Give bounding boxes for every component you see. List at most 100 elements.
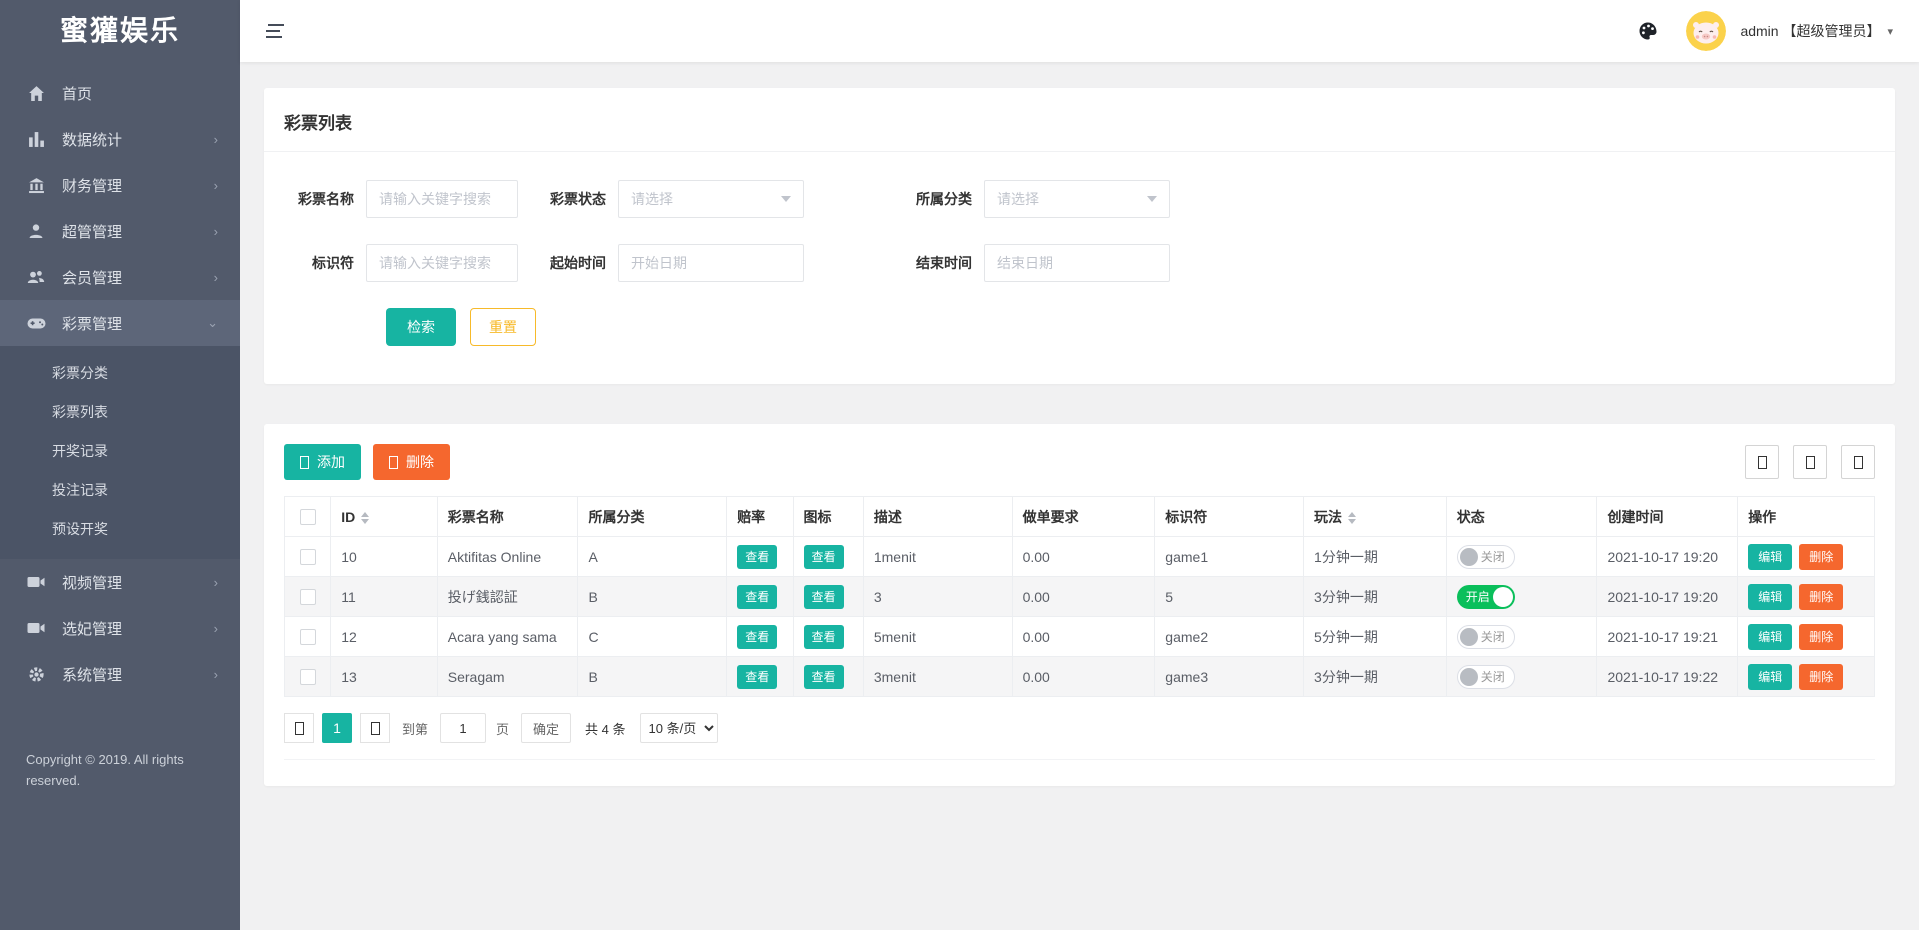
identifier-input[interactable] — [366, 244, 518, 282]
sidebar-item-label: 选妃管理 — [62, 620, 123, 638]
row-checkbox[interactable] — [299, 549, 316, 566]
pagination: 1 到第 页 确定 共 4 条 10 条/页 — [284, 713, 1875, 743]
chevron-right-icon: › — [213, 223, 218, 239]
sidebar-item-stats[interactable]: 数据统计 › — [0, 116, 240, 162]
theme-palette-icon[interactable] — [1638, 21, 1658, 41]
view-icon-button[interactable]: 查看 — [803, 544, 844, 569]
delete-row-button[interactable]: 删除 — [1799, 623, 1844, 650]
start-time-label: 起始时间 — [550, 255, 606, 271]
current-page-button[interactable]: 1 — [322, 713, 352, 743]
view-icon-button[interactable]: 查看 — [803, 624, 844, 649]
export-icon — [1805, 455, 1815, 469]
lottery-status-select[interactable]: 请选择 — [618, 180, 804, 218]
delete-icon — [389, 455, 398, 469]
table-tool-print-button[interactable] — [1841, 445, 1875, 479]
filter-icon — [1757, 455, 1767, 469]
toggle-knob — [1492, 586, 1513, 607]
view-odds-button[interactable]: 查看 — [737, 624, 778, 649]
sidebar-item-home[interactable]: 首页 — [0, 70, 240, 116]
lottery-table: ID 彩票名称 所属分类 赔率 图标 描述 做单要求 标识符 玩法 状态 创建时… — [283, 496, 1875, 697]
sidebar-toggle-icon[interactable] — [266, 20, 288, 42]
view-icon-button[interactable]: 查看 — [803, 584, 844, 609]
sidebar-item-label: 财务管理 — [62, 177, 123, 195]
col-id: ID — [330, 496, 438, 537]
sidebar-item-lottery[interactable]: 彩票管理 ⌄ — [0, 300, 240, 346]
sort-id-icon[interactable] — [361, 511, 370, 524]
edit-button[interactable]: 编辑 — [1748, 543, 1793, 570]
batch-delete-button[interactable]: 删除 — [373, 444, 450, 480]
delete-row-button[interactable]: 删除 — [1799, 663, 1844, 690]
status-toggle[interactable]: 关闭 — [1456, 664, 1515, 689]
submenu-item-preset-draw[interactable]: 预设开奖 — [0, 510, 240, 549]
gear-icon — [26, 664, 46, 684]
home-icon — [26, 83, 46, 103]
category-select[interactable]: 请选择 — [984, 180, 1170, 218]
page-content: 彩票列表 彩票名称 彩票状态 请选择 — [240, 62, 1919, 930]
sidebar-item-label: 超管管理 — [62, 223, 123, 241]
row-checkbox[interactable] — [299, 589, 316, 606]
search-button[interactable]: 检索 — [386, 308, 456, 346]
col-category: 所属分类 — [577, 496, 728, 537]
chevron-right-icon: › — [213, 666, 218, 682]
page-unit-label: 页 — [496, 721, 510, 737]
table-tool-export-button[interactable] — [1793, 445, 1827, 479]
view-odds-button[interactable]: 查看 — [737, 664, 778, 689]
prev-icon — [294, 721, 304, 735]
row-checkbox[interactable] — [299, 629, 316, 646]
delete-row-button[interactable]: 删除 — [1799, 583, 1844, 610]
user-avatar[interactable] — [1686, 11, 1727, 51]
sidebar-item-girls[interactable]: 选妃管理 › — [0, 605, 240, 651]
user-caret-down-icon[interactable]: ▾ — [1887, 25, 1893, 38]
col-identifier: 标识符 — [1154, 496, 1305, 537]
goto-confirm-button[interactable]: 确定 — [521, 713, 572, 743]
chevron-right-icon: › — [213, 620, 218, 636]
select-all-checkbox[interactable] — [299, 509, 316, 526]
chevron-right-icon: › — [213, 131, 218, 147]
submenu-item-bet-records[interactable]: 投注记录 — [0, 471, 240, 510]
view-icon-button[interactable]: 查看 — [803, 664, 844, 689]
video-camera-icon — [26, 572, 46, 592]
lottery-submenu: 彩票分类 彩票列表 开奖记录 投注记录 预设开奖 — [0, 346, 240, 559]
toggle-knob — [1459, 667, 1478, 686]
sidebar: 蜜獾娱乐 首页 数据统计 › 财务管理 › 超管管理 › 会员管理 › 彩票管理… — [0, 0, 240, 930]
edit-button[interactable]: 编辑 — [1748, 663, 1793, 690]
view-odds-button[interactable]: 查看 — [737, 544, 778, 569]
select-caret-icon — [781, 196, 791, 202]
delete-row-button[interactable]: 删除 — [1799, 543, 1844, 570]
end-date-input[interactable] — [984, 244, 1170, 282]
col-desc: 描述 — [862, 496, 1013, 537]
lottery-name-input[interactable] — [366, 180, 518, 218]
prev-page-button[interactable] — [284, 713, 314, 743]
col-odds: 赔率 — [726, 496, 794, 537]
add-button[interactable]: 添加 — [284, 444, 361, 480]
sort-play-icon[interactable] — [1348, 511, 1357, 524]
edit-button[interactable]: 编辑 — [1748, 623, 1793, 650]
sidebar-item-video[interactable]: 视频管理 › — [0, 559, 240, 605]
sidebar-item-system[interactable]: 系统管理 › — [0, 651, 240, 697]
sidebar-menu: 首页 数据统计 › 财务管理 › 超管管理 › 会员管理 › 彩票管理 ⌄ 彩票… — [0, 62, 240, 697]
page-size-select[interactable]: 10 条/页 — [639, 713, 718, 743]
reset-button[interactable]: 重置 — [470, 308, 536, 346]
sidebar-item-superadmin[interactable]: 超管管理 › — [0, 208, 240, 254]
status-toggle[interactable]: 开启 — [1456, 584, 1515, 609]
table-row: 12 Acara yang sama C 查看 查看 5menit 0.00 g… — [283, 616, 1875, 657]
col-name: 彩票名称 — [436, 496, 579, 537]
sidebar-item-members[interactable]: 会员管理 › — [0, 254, 240, 300]
submenu-item-lottery-category[interactable]: 彩票分类 — [0, 354, 240, 393]
status-toggle[interactable]: 关闭 — [1456, 544, 1515, 569]
main-area: admin 【超级管理员】 ▾ 彩票列表 彩票名称 彩票状态 请选择 — [240, 0, 1919, 930]
table-tool-filter-button[interactable] — [1745, 445, 1779, 479]
status-toggle[interactable]: 关闭 — [1456, 624, 1515, 649]
submenu-item-draw-records[interactable]: 开奖记录 — [0, 432, 240, 471]
submenu-item-lottery-list[interactable]: 彩票列表 — [0, 393, 240, 432]
row-checkbox[interactable] — [299, 669, 316, 686]
page-title: 彩票列表 — [284, 114, 352, 133]
start-date-input[interactable] — [618, 244, 804, 282]
next-page-button[interactable] — [360, 713, 390, 743]
view-odds-button[interactable]: 查看 — [737, 584, 778, 609]
user-menu-label[interactable]: admin 【超级管理员】 — [1740, 21, 1880, 41]
sidebar-item-finance[interactable]: 财务管理 › — [0, 162, 240, 208]
edit-button[interactable]: 编辑 — [1748, 583, 1793, 610]
goto-page-input[interactable] — [440, 713, 487, 743]
table-tools — [1745, 445, 1875, 479]
